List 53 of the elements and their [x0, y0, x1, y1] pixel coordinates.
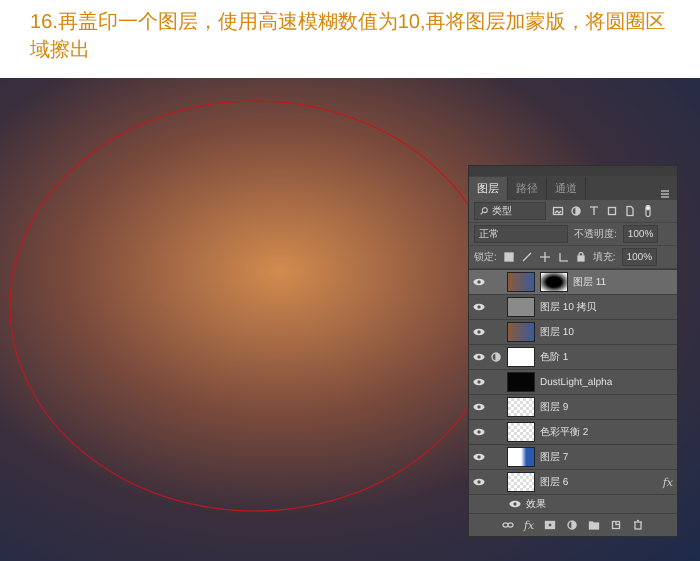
eye-icon[interactable] — [473, 303, 485, 311]
layer-row[interactable]: 色彩平衡 2 — [469, 420, 677, 445]
trash-icon[interactable] — [632, 519, 644, 531]
eye-icon[interactable] — [473, 428, 485, 436]
eye-icon[interactable] — [473, 478, 485, 486]
layer-name: 图层 11 — [573, 276, 608, 289]
lock-icon[interactable] — [574, 251, 587, 263]
eye-icon[interactable] — [473, 403, 485, 411]
blend-mode-dropdown[interactable]: 正常 — [474, 225, 568, 243]
panel-tab[interactable]: 图层 — [469, 177, 508, 200]
opacity-field[interactable]: 100% — [622, 225, 658, 243]
layer-row[interactable]: 图层 11 — [469, 270, 677, 295]
lock-label: 锁定: — [474, 250, 497, 264]
layer-name: 图层 9 — [540, 401, 570, 414]
layer-row[interactable]: 图层 7 — [469, 445, 677, 470]
eye-icon[interactable] — [473, 453, 485, 461]
fill-label: 填充: — [592, 250, 616, 264]
filter-dropdown[interactable]: 类型 — [474, 202, 546, 220]
fx-label: fx — [662, 476, 673, 488]
layer-row[interactable]: DustLight_alpha — [469, 370, 677, 395]
layer-name: 图层 10 拷贝 — [540, 301, 598, 314]
layer-row[interactable]: 图层 6 fx — [469, 470, 677, 495]
half-circle-icon[interactable] — [570, 205, 582, 217]
eye-icon[interactable] — [473, 328, 485, 336]
fill-field[interactable]: 100% — [622, 248, 658, 266]
layer-name: DustLight_alpha — [540, 376, 614, 388]
layer-name: 图层 6 — [540, 476, 570, 489]
effects-label: 效果 — [526, 498, 547, 511]
layer-row[interactable]: 色阶 1 — [469, 345, 677, 370]
image-icon[interactable] — [552, 205, 564, 217]
adjustment-icon[interactable] — [566, 519, 578, 531]
layer-name: 色阶 1 — [540, 351, 570, 364]
move-icon[interactable] — [538, 251, 551, 263]
menu-icon[interactable] — [659, 188, 671, 200]
folder-icon[interactable] — [588, 519, 600, 531]
document-icon[interactable] — [624, 205, 636, 217]
eye-icon[interactable] — [473, 353, 485, 361]
layer-row[interactable]: 图层 10 — [469, 320, 677, 345]
layer-row[interactable]: 图层 10 拷贝 — [469, 295, 677, 320]
layer-row[interactable]: 图层 9 — [469, 395, 677, 420]
layer-name: 色彩平衡 2 — [540, 426, 590, 439]
text-icon[interactable] — [588, 205, 600, 217]
new-layer-icon[interactable] — [610, 519, 622, 531]
opacity-label: 不透明度: — [574, 228, 617, 241]
heading: 16.再盖印一个图层，使用高速模糊数值为10,再将图层加蒙版，将圆圈区域擦出 — [30, 10, 667, 63]
eye-icon[interactable] — [509, 500, 521, 508]
layer-name: 图层 7 — [540, 451, 570, 464]
add-style-button[interactable]: fx — [524, 518, 534, 532]
layer-name: 图层 10 — [540, 326, 575, 339]
eye-icon[interactable] — [473, 378, 485, 386]
search-icon[interactable] — [479, 205, 489, 217]
mask-icon[interactable] — [544, 519, 556, 531]
eye-icon[interactable] — [473, 278, 485, 286]
